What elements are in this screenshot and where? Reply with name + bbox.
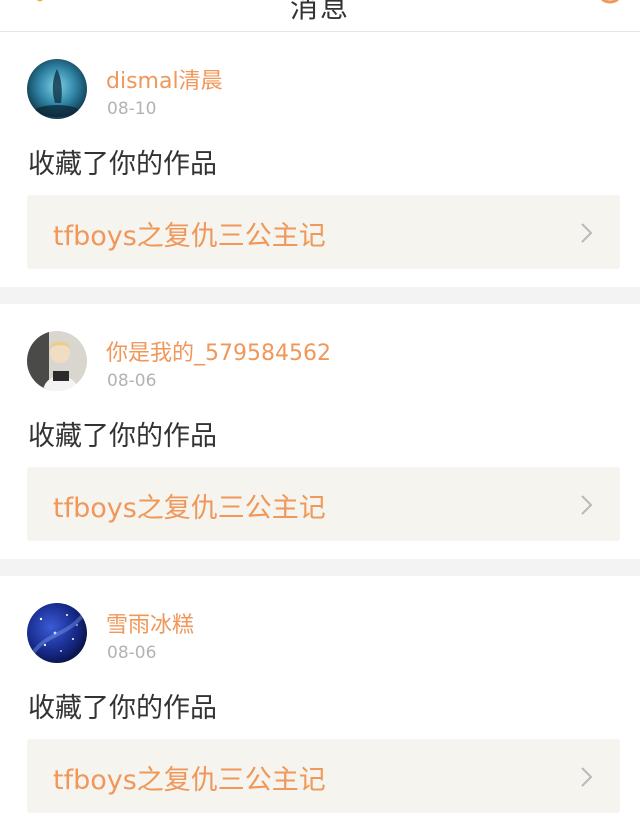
avatar[interactable] — [27, 331, 87, 391]
separator — [0, 559, 640, 576]
chevron-right-icon — [580, 222, 594, 244]
work-title: tfboys之复仇三公主记 — [53, 765, 326, 796]
notification-text: 收藏了你的作品 — [28, 421, 217, 452]
notification-card: 你是我的_579584562 08-06 收藏了你的作品 tfboys之复仇三公… — [0, 304, 640, 559]
work-title: tfboys之复仇三公主记 — [53, 493, 326, 524]
work-title: tfboys之复仇三公主记 — [53, 221, 326, 252]
username[interactable]: 雪雨冰糕 — [106, 607, 194, 639]
timestamp: 08-10 — [107, 99, 157, 119]
notification-card: 雪雨冰糕 08-06 收藏了你的作品 tfboys之复仇三公主记 — [0, 576, 640, 831]
separator — [0, 287, 640, 304]
work-link[interactable]: tfboys之复仇三公主记 — [27, 739, 620, 813]
chevron-right-icon — [580, 494, 594, 516]
notification-text: 收藏了你的作品 — [28, 149, 217, 180]
chevron-right-icon — [580, 766, 594, 788]
avatar[interactable] — [27, 59, 87, 119]
top-bar: 消息 — [0, 0, 640, 32]
notification-text: 收藏了你的作品 — [28, 693, 217, 724]
timestamp: 08-06 — [107, 371, 157, 391]
avatar[interactable] — [27, 603, 87, 663]
work-link[interactable]: tfboys之复仇三公主记 — [27, 467, 620, 541]
work-link[interactable]: tfboys之复仇三公主记 — [27, 195, 620, 269]
timestamp: 08-06 — [107, 643, 157, 663]
username[interactable]: 你是我的_579584562 — [106, 335, 331, 367]
notification-list: dismal清晨 08-10 收藏了你的作品 tfboys之复仇三公主记 你是我… — [0, 32, 640, 831]
username[interactable]: dismal清晨 — [106, 63, 223, 95]
page-title: 消息 — [289, 0, 350, 24]
notification-card: dismal清晨 08-10 收藏了你的作品 tfboys之复仇三公主记 — [0, 32, 640, 287]
search-icon[interactable] — [590, 0, 630, 12]
